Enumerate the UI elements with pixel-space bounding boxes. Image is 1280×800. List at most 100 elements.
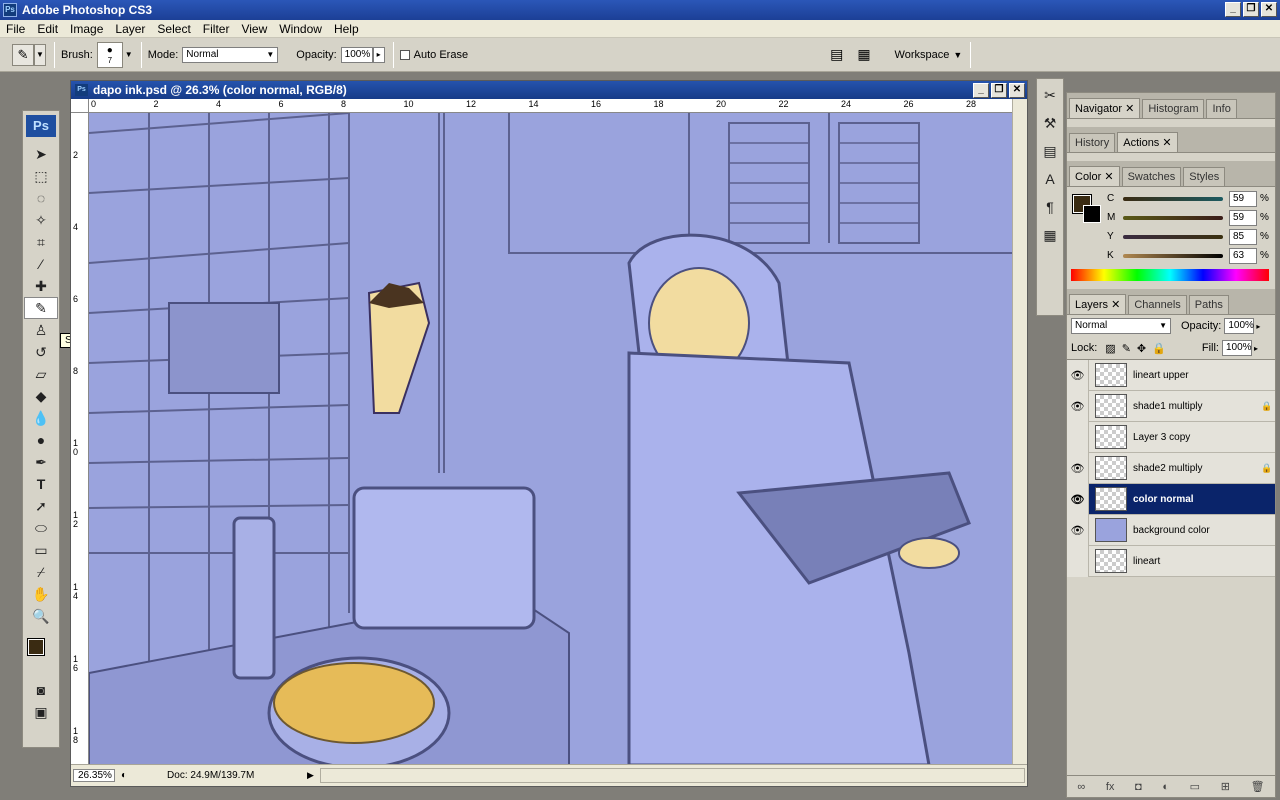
- crop-tool-icon[interactable]: ⌗: [24, 231, 58, 253]
- status-arrow-icon[interactable]: ▶: [307, 770, 314, 781]
- dodge-tool-icon[interactable]: ●: [24, 429, 58, 451]
- marquee-tool-icon[interactable]: ⬚: [24, 165, 58, 187]
- mode-select[interactable]: Normal ▼: [182, 46, 279, 63]
- eraser-tool-icon[interactable]: ▱: [24, 363, 58, 385]
- tab-layers[interactable]: Layers ✕: [1069, 294, 1127, 314]
- restore-button[interactable]: ❐: [1243, 2, 1259, 17]
- layer-row[interactable]: 👁 lineart upper: [1067, 359, 1275, 391]
- close-button[interactable]: ✕: [1261, 2, 1277, 17]
- opacity-arrow-icon[interactable]: ▸: [372, 46, 385, 63]
- lasso-tool-icon[interactable]: ◌: [24, 187, 58, 209]
- eye-icon[interactable]: 👁: [1067, 452, 1089, 484]
- menu-edit[interactable]: Edit: [31, 22, 64, 36]
- eye-icon[interactable]: 👁: [1067, 359, 1089, 391]
- blend-mode-select[interactable]: Normal ▼: [1071, 318, 1171, 334]
- layer-row[interactable]: 👁 shade1 multiply 🔒: [1067, 390, 1275, 422]
- notes-tool-icon[interactable]: ▭: [24, 539, 58, 561]
- layer-mask-icon[interactable]: ◘: [1135, 781, 1142, 793]
- screen-mode-icon[interactable]: ▣: [24, 701, 58, 723]
- pencil-tool-icon[interactable]: ✎: [24, 297, 58, 319]
- doc-restore-button[interactable]: ❐: [991, 83, 1007, 98]
- tab-swatches[interactable]: Swatches: [1121, 167, 1182, 186]
- color-slider-m[interactable]: M 59%: [1107, 208, 1269, 227]
- eyedropper-tool-icon[interactable]: ⌿: [24, 561, 58, 583]
- delete-layer-icon[interactable]: 🗑: [1251, 780, 1265, 793]
- opacity-input[interactable]: 100%: [340, 46, 373, 63]
- brushes-icon[interactable]: ⚒: [1038, 111, 1062, 135]
- type-tool-icon[interactable]: T: [24, 473, 58, 495]
- eye-icon[interactable]: 👁: [1067, 390, 1089, 422]
- menu-view[interactable]: View: [235, 22, 273, 36]
- tab-navigator[interactable]: Navigator ✕: [1069, 98, 1141, 118]
- zoom-tool-icon[interactable]: 🔍: [24, 605, 58, 627]
- move-tool-icon[interactable]: ➤: [24, 143, 58, 165]
- lock-all-icon[interactable]: 🔒: [1152, 342, 1166, 355]
- shape-tool-icon[interactable]: ⬭: [24, 517, 58, 539]
- paint-bucket-tool-icon[interactable]: ◆: [24, 385, 58, 407]
- path-selection-tool-icon[interactable]: ➚: [24, 495, 58, 517]
- eye-icon[interactable]: [1067, 421, 1089, 453]
- fill-input[interactable]: 100%: [1221, 340, 1252, 356]
- color-bg-swatch[interactable]: [1083, 205, 1101, 223]
- pen-tool-icon[interactable]: ✒: [24, 451, 58, 473]
- doc-close-button[interactable]: ✕: [1009, 83, 1025, 98]
- bridge-icon[interactable]: ▦: [857, 46, 870, 63]
- brush-dropdown-icon[interactable]: ▼: [125, 50, 133, 59]
- menu-file[interactable]: File: [0, 22, 31, 36]
- foreground-color-swatch[interactable]: [27, 638, 45, 656]
- blur-tool-icon[interactable]: 💧: [24, 407, 58, 429]
- chevron-down-icon[interactable]: ▼: [34, 43, 46, 66]
- doc-minimize-button[interactable]: _: [973, 83, 989, 98]
- layer-row[interactable]: 👁 shade2 multiply 🔒: [1067, 452, 1275, 484]
- info-icon[interactable]: ▦: [1038, 223, 1062, 247]
- paragraph-icon[interactable]: ¶: [1038, 195, 1062, 219]
- tool-presets-icon[interactable]: ✂: [1038, 83, 1062, 107]
- lock-transparency-icon[interactable]: ▨: [1105, 342, 1115, 355]
- status-menu-icon[interactable]: ◐: [121, 770, 127, 781]
- tab-info[interactable]: Info: [1206, 99, 1237, 118]
- history-brush-tool-icon[interactable]: ↺: [24, 341, 58, 363]
- layers-opacity-input[interactable]: 100%: [1224, 318, 1255, 334]
- new-group-icon[interactable]: ▭: [1190, 780, 1200, 793]
- ruler-origin[interactable]: [71, 99, 89, 113]
- color-slider-k[interactable]: K 63%: [1107, 246, 1269, 265]
- menu-filter[interactable]: Filter: [197, 22, 236, 36]
- layer-comps-icon[interactable]: ▤: [1038, 139, 1062, 163]
- horizontal-ruler[interactable]: 0 2 4 6 8 10 12 14 16 18 20 22 24 26 28: [89, 99, 1014, 113]
- vertical-scrollbar[interactable]: [1012, 99, 1027, 765]
- lock-pixels-icon[interactable]: ✎: [1122, 342, 1131, 355]
- tab-styles[interactable]: Styles: [1183, 167, 1226, 186]
- tab-paths[interactable]: Paths: [1188, 295, 1229, 314]
- lock-position-icon[interactable]: ✥: [1137, 342, 1146, 355]
- menu-help[interactable]: Help: [328, 22, 365, 36]
- eye-icon[interactable]: 👁: [1067, 514, 1089, 546]
- auto-erase-checkbox[interactable]: [399, 49, 410, 60]
- tab-actions[interactable]: Actions ✕: [1117, 132, 1178, 152]
- slice-tool-icon[interactable]: ⁄: [24, 253, 58, 275]
- menu-select[interactable]: Select: [151, 22, 196, 36]
- tab-history[interactable]: History: [1069, 133, 1116, 152]
- vertical-ruler[interactable]: 2 4 6 8 10 12 14 16 18: [71, 113, 89, 765]
- layer-row[interactable]: Layer 3 copy: [1067, 421, 1275, 453]
- layer-row[interactable]: 👁 background color: [1067, 514, 1275, 546]
- menu-image[interactable]: Image: [64, 22, 109, 36]
- healing-brush-tool-icon[interactable]: ✚: [24, 275, 58, 297]
- layer-row[interactable]: lineart: [1067, 545, 1275, 577]
- workspace-button[interactable]: Workspace: [895, 49, 950, 61]
- adjustment-layer-icon[interactable]: ◐: [1162, 781, 1169, 793]
- character-icon[interactable]: A: [1038, 167, 1062, 191]
- hand-tool-icon[interactable]: ✋: [24, 583, 58, 605]
- layer-style-icon[interactable]: fx: [1106, 781, 1115, 793]
- tab-color[interactable]: Color ✕: [1069, 166, 1120, 186]
- magic-wand-tool-icon[interactable]: ✧: [24, 209, 58, 231]
- minimize-button[interactable]: _: [1225, 2, 1241, 17]
- quick-mask-icon[interactable]: ◙: [24, 679, 58, 701]
- horizontal-scrollbar[interactable]: [319, 768, 1025, 783]
- brush-picker[interactable]: ● 7: [96, 41, 123, 68]
- eye-icon[interactable]: [1067, 545, 1089, 577]
- zoom-level-field[interactable]: 26.35%: [73, 769, 115, 782]
- menu-window[interactable]: Window: [273, 22, 328, 36]
- new-layer-icon[interactable]: ⊞: [1221, 780, 1230, 793]
- clone-stamp-tool-icon[interactable]: ♙: [24, 319, 58, 341]
- layer-row[interactable]: 👁 color normal: [1067, 483, 1275, 515]
